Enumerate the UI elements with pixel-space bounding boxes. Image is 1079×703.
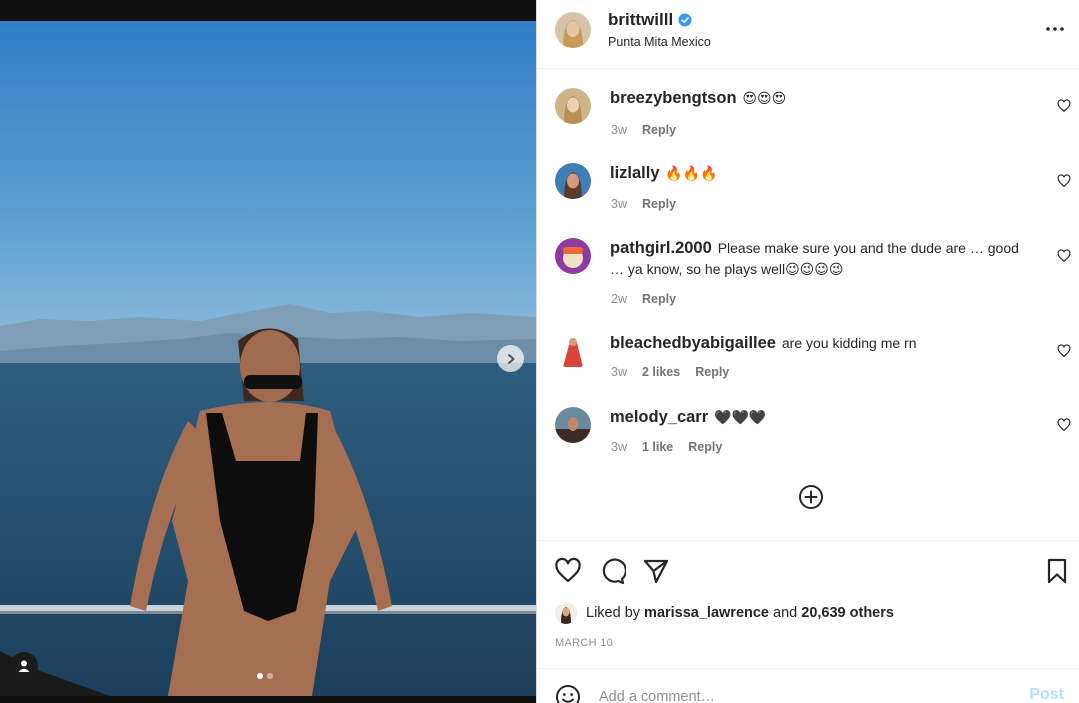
likes-prefix: Liked by <box>586 605 641 621</box>
reply-button[interactable]: Reply <box>695 365 729 379</box>
bookmark-icon[interactable] <box>1043 557 1071 585</box>
comment-text: 🖤🖤🖤 <box>714 409 767 425</box>
comment-body: pathgirl.2000 Please make sure you and t… <box>610 238 1030 280</box>
media-letterbox-top <box>0 0 536 21</box>
comment-input[interactable] <box>599 686 1019 703</box>
comment-like-heart-icon[interactable] <box>1057 174 1071 188</box>
post-actions: Liked by marissa_lawrence and 20,639 oth… <box>537 540 1079 668</box>
liker-avatar[interactable] <box>555 602 577 624</box>
comment-body: bleachedbyabigaillee are you kidding me … <box>610 333 1030 354</box>
commenter-username[interactable]: breezybengtson <box>610 89 737 107</box>
comment-body: breezybengtson 😍😍😍 <box>610 88 1030 109</box>
comment-like-heart-icon[interactable] <box>1057 344 1071 358</box>
commenter-avatar[interactable] <box>555 163 591 199</box>
commenter-username[interactable]: lizlally <box>610 164 660 182</box>
commenter-avatar[interactable] <box>555 407 591 443</box>
more-options-icon <box>1046 27 1064 31</box>
comment-icon[interactable] <box>598 557 626 585</box>
author-username-text[interactable]: brittwilll <box>608 10 673 30</box>
emoji-icon[interactable] <box>555 684 581 703</box>
post-date[interactable]: MARCH 10 <box>555 637 613 649</box>
comment-time[interactable]: 3w <box>611 123 627 137</box>
post-header: brittwilll Punta Mita Mexico <box>537 0 1079 69</box>
carousel-indicator <box>257 673 273 679</box>
post-media[interactable] <box>0 0 536 703</box>
chevron-right-icon <box>507 353 514 364</box>
reply-button[interactable]: Reply <box>688 440 722 454</box>
share-icon[interactable] <box>642 557 670 585</box>
author-username[interactable]: brittwilll <box>608 10 692 30</box>
comment-like-heart-icon[interactable] <box>1057 99 1071 113</box>
comment-composer: Post <box>537 668 1079 703</box>
likes-and: and <box>773 605 798 621</box>
comment-time[interactable]: 3w <box>611 197 627 211</box>
reply-button[interactable]: Reply <box>642 292 676 306</box>
comment-like-heart-icon[interactable] <box>1057 418 1071 432</box>
commenter-avatar[interactable] <box>555 333 591 369</box>
comment-meta: 3w 2 likes Reply <box>611 365 729 379</box>
post-photo <box>0 21 536 696</box>
comment-likes-count[interactable]: 1 like <box>642 440 673 454</box>
post-location[interactable]: Punta Mita Mexico <box>608 35 711 49</box>
comment-time[interactable]: 3w <box>611 365 627 379</box>
commenter-avatar[interactable] <box>555 88 591 124</box>
comment-text: 😍😍😍 <box>742 90 787 106</box>
post-details-panel: brittwilll Punta Mita Mexico breezybengt… <box>536 0 1079 703</box>
comment-meta: 3w Reply <box>611 123 676 137</box>
commenter-avatar[interactable] <box>555 238 591 274</box>
commenter-username[interactable]: melody_carr <box>610 408 708 426</box>
comment-body: lizlally 🔥🔥🔥 <box>610 163 1030 184</box>
comment-time[interactable]: 2w <box>611 292 627 306</box>
commenter-username[interactable]: pathgirl.2000 <box>610 239 712 257</box>
commenter-username[interactable]: bleachedbyabigaillee <box>610 334 776 352</box>
reply-button[interactable]: Reply <box>642 197 676 211</box>
user-tag-icon <box>18 660 30 672</box>
heart-icon[interactable] <box>554 557 582 585</box>
likes-others-count[interactable]: 20,639 others <box>801 605 894 621</box>
add-circle-icon[interactable] <box>798 484 824 510</box>
media-letterbox-bottom <box>0 696 536 703</box>
carousel-dot-active <box>257 673 263 679</box>
comment-text: 🔥🔥🔥 <box>665 165 718 181</box>
comment-meta: 2w Reply <box>611 292 676 306</box>
more-options-button[interactable] <box>1044 20 1066 38</box>
comment-likes-count[interactable]: 2 likes <box>642 365 680 379</box>
comment-meta: 3w 1 like Reply <box>611 440 722 454</box>
comment-meta: 3w Reply <box>611 197 676 211</box>
verified-badge-icon <box>678 13 692 27</box>
likes-summary: Liked by marissa_lawrence and 20,639 oth… <box>555 602 894 624</box>
carousel-dot <box>267 673 273 679</box>
post-comment-button[interactable]: Post <box>1029 686 1064 703</box>
tagged-users-button[interactable] <box>10 652 38 680</box>
liker-username[interactable]: marissa_lawrence <box>644 605 769 621</box>
comment-body: melody_carr 🖤🖤🖤 <box>610 407 1030 428</box>
author-avatar[interactable] <box>555 12 591 48</box>
comment-like-heart-icon[interactable] <box>1057 249 1071 263</box>
comment-time[interactable]: 3w <box>611 440 627 454</box>
comment-text: are you kidding me rn <box>781 335 917 351</box>
carousel-next-button[interactable] <box>497 345 524 372</box>
reply-button[interactable]: Reply <box>642 123 676 137</box>
